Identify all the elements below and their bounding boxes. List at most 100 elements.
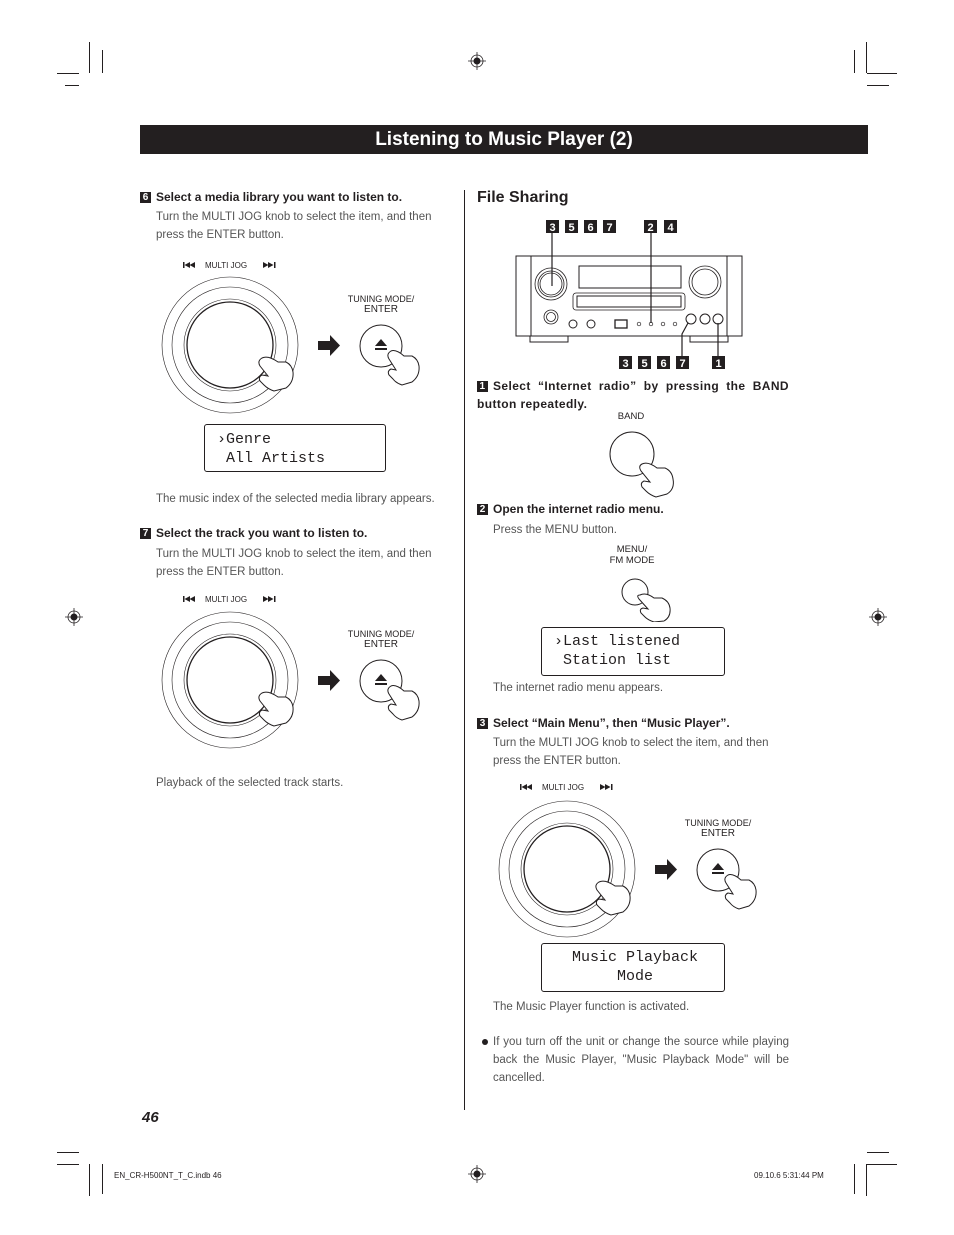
step-3-title: 3 Select “Main Menu”, then “Music Player”… [477, 716, 730, 730]
eject-icon [375, 339, 387, 350]
svg-text:1: 1 [715, 358, 721, 370]
multi-jog-label: MULTI JOG [183, 595, 276, 604]
step-6-body: Turn the MULTI JOG knob to select the it… [156, 211, 432, 241]
jog-enter-diagram: MULTI JOG TUNING MODE/ ENTER [498, 783, 757, 938]
multi-jog-knob[interactable] [498, 800, 636, 938]
skip-back-icon [183, 596, 195, 602]
band-button-diagram: BAND [609, 411, 674, 498]
footer-file-info: EN_CR-H500NT_T_C.indb 46 [114, 1171, 222, 1180]
skip-back-icon [183, 262, 195, 268]
pointing-hand-icon [387, 685, 420, 721]
step-3-body: Turn the MULTI JOG knob to select the it… [493, 737, 769, 767]
svg-text:7: 7 [606, 222, 612, 234]
menu-label-line2: FM MODE [610, 555, 655, 566]
step-7-title: 7 Select the track you want to listen to. [140, 526, 367, 540]
menu-label-line1: MENU/ [617, 544, 648, 555]
enter-label-line1: TUNING MODE/ [685, 818, 752, 828]
enter-label-line2: ENTER [364, 304, 398, 315]
step-6-title: 6 Select a media library you want to list… [140, 190, 402, 204]
enter-label-line1: TUNING MODE/ [348, 294, 415, 304]
bullet-icon [482, 1039, 488, 1045]
skip-forward-icon [263, 262, 276, 268]
arrow-right-icon [318, 670, 340, 691]
lcd-line-1: ›Genre [217, 431, 272, 448]
pointing-hand-icon [387, 350, 420, 386]
band-label: BAND [618, 411, 645, 422]
svg-text:2: 2 [647, 222, 653, 234]
step-title-text: Open the internet radio menu. [493, 502, 664, 516]
lcd-line-2: Mode [554, 968, 654, 985]
svg-text:3: 3 [622, 358, 628, 370]
registration-mark-icon [869, 608, 887, 626]
registration-mark-icon [65, 608, 83, 626]
jog-label: MULTI JOG [205, 261, 247, 270]
step-number: 3 [477, 718, 488, 729]
lcd-line-1: ›Last listened [554, 633, 681, 650]
step-number: 1 [477, 381, 488, 392]
arrow-right-icon [318, 335, 340, 356]
callout-marks-top-left: 3 5 6 7 [546, 220, 616, 234]
lcd-line-1: Music Playback [554, 949, 699, 966]
lcd-line-2: Station list [554, 652, 672, 669]
column-divider [464, 190, 465, 1110]
pointing-hand-icon [724, 874, 757, 910]
registration-mark-icon [468, 52, 486, 70]
note-text: If you turn off the unit or change the s… [493, 1036, 789, 1084]
eject-icon [375, 674, 387, 685]
enter-label-line2: ENTER [364, 639, 398, 650]
step-title-text: Select the track you want to listen to. [156, 526, 368, 540]
enter-label-line1: TUNING MODE/ [348, 629, 415, 639]
svg-text:5: 5 [568, 222, 574, 234]
pointing-hand-icon [595, 880, 631, 916]
menu-button-diagram: MENU/ FM MODE [610, 544, 671, 622]
svg-text:4: 4 [667, 222, 674, 234]
eject-icon [712, 863, 724, 874]
multi-jog-label: MULTI JOG [183, 261, 276, 270]
pointing-hand-icon [258, 356, 294, 392]
svg-text:6: 6 [660, 358, 666, 370]
section-heading: File Sharing [477, 189, 569, 206]
jog-enter-diagram: MULTI JOG TUNING MODE/ ENTER [161, 595, 420, 749]
step-3-result: The Music Player function is activated. [493, 1001, 690, 1013]
multi-jog-label: MULTI JOG [520, 783, 613, 792]
pointing-hand-icon [258, 691, 294, 727]
jog-label: MULTI JOG [542, 783, 584, 792]
footer-timestamp: 09.10.6 5:31:44 PM [754, 1171, 824, 1180]
skip-forward-icon [263, 596, 276, 602]
step-number: 6 [140, 192, 151, 203]
enter-label-line2: ENTER [701, 828, 735, 839]
registration-mark-icon [468, 1165, 486, 1183]
device-front-panel-diagram: 3 5 6 7 2 4 3 5 6 7 1 [515, 220, 743, 370]
svg-text:3: 3 [549, 222, 555, 234]
step-number: 7 [140, 528, 151, 539]
page-number: 46 [142, 1109, 159, 1126]
step-title-text: Select a media library you want to liste… [156, 190, 403, 204]
page-title: Listening to Music Player (2) [140, 125, 868, 154]
svg-text:6: 6 [587, 222, 593, 234]
step-2-result: The internet radio menu appears. [493, 682, 664, 694]
pointing-hand-icon [639, 462, 674, 498]
step-2-title: 2 Open the internet radio menu. [477, 502, 664, 516]
multi-jog-knob[interactable] [161, 611, 299, 749]
pointing-hand-icon [637, 593, 671, 622]
arrow-right-icon [655, 859, 677, 880]
callout-marks-bottom-right: 1 [712, 356, 725, 370]
lcd-display: ›Genre All Artists [204, 424, 386, 472]
jog-enter-diagram: MULTI JOG TUNING MODE/ ENTER [161, 261, 420, 414]
step-title-text: Select “Internet radio” by pressing the … [477, 379, 789, 411]
step-7-body: Turn the MULTI JOG knob to select the it… [156, 548, 432, 578]
step-2-body: Press the MENU button. [493, 524, 617, 536]
step-title-text: Select “Main Menu”, then “Music Player”. [493, 716, 730, 730]
svg-text:5: 5 [641, 358, 647, 370]
lcd-line-2: All Artists [217, 450, 326, 467]
skip-forward-icon [600, 784, 613, 790]
multi-jog-knob[interactable] [161, 276, 299, 414]
callout-marks-top-right: 2 4 [644, 220, 677, 234]
callout-marks-bottom-left: 3 5 6 7 [619, 356, 689, 370]
lcd-display: ›Last listened Station list [541, 627, 725, 676]
step-6-result: The music index of the selected media li… [156, 493, 435, 505]
step-number: 2 [477, 504, 488, 515]
svg-text:7: 7 [679, 358, 685, 370]
lcd-display: Music Playback Mode [541, 943, 725, 992]
step-7-result: Playback of the selected track starts. [156, 777, 344, 789]
